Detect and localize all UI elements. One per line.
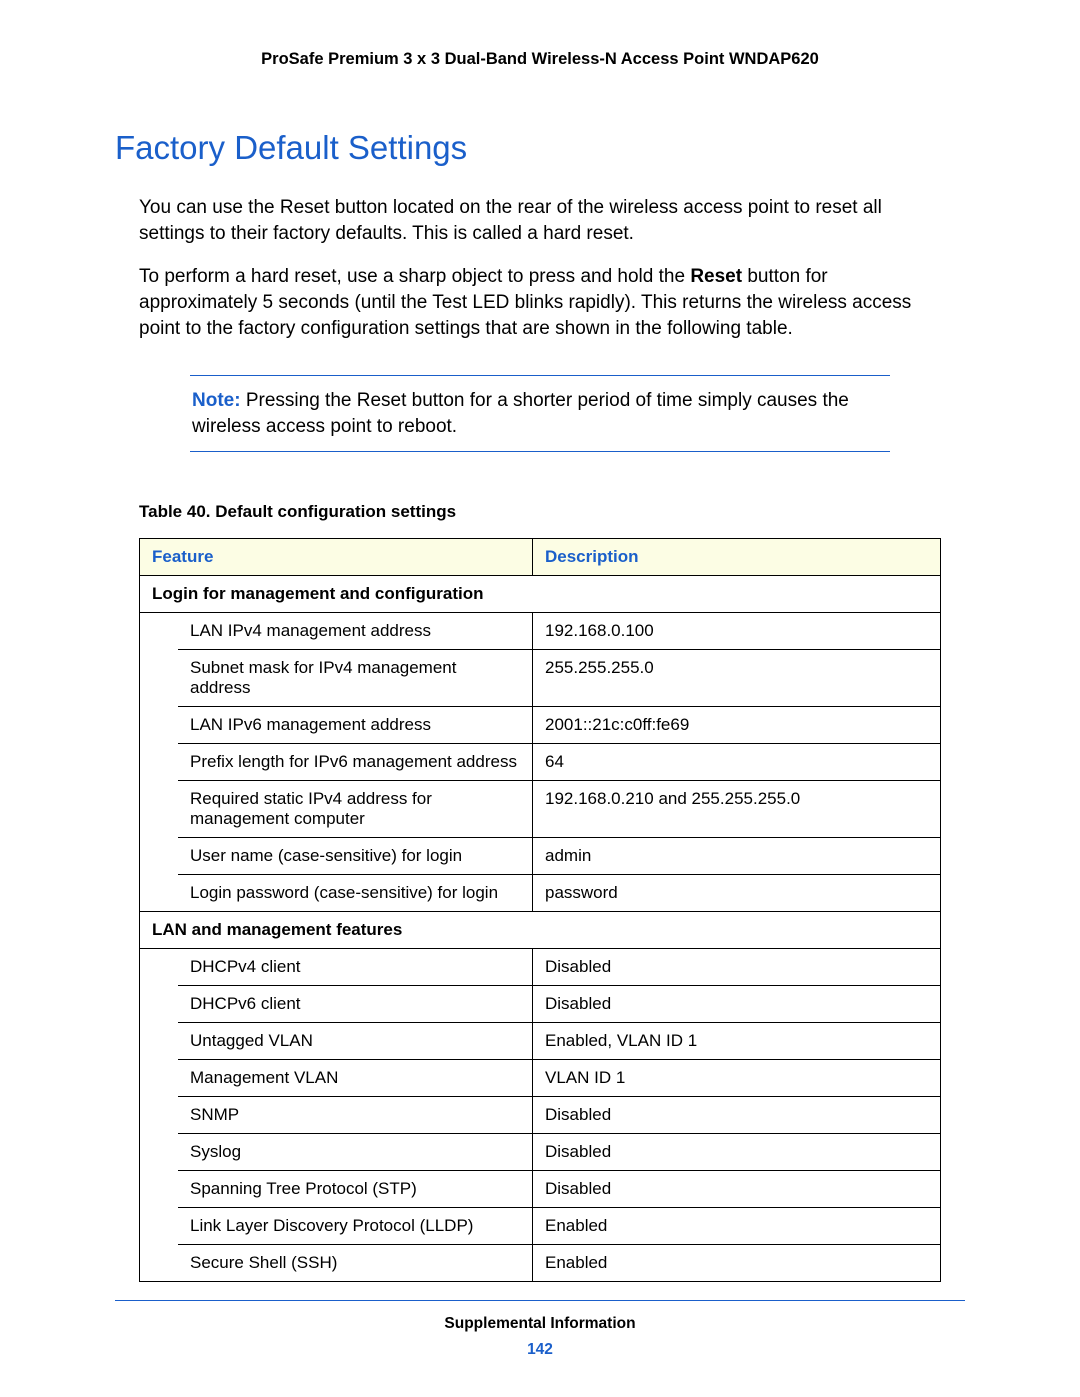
indent-cell: [140, 986, 179, 1023]
indent-cell: [140, 1097, 179, 1134]
feature-cell: User name (case-sensitive) for login: [178, 838, 533, 875]
indent-cell: [140, 1023, 179, 1060]
para2-pre: To perform a hard reset, use a sharp obj…: [139, 266, 690, 287]
indent-cell: [140, 613, 179, 650]
table-row: Spanning Tree Protocol (STP)Disabled: [140, 1171, 941, 1208]
table-row: Link Layer Discovery Protocol (LLDP)Enab…: [140, 1208, 941, 1245]
table-row: Login password (case-sensitive) for logi…: [140, 875, 941, 912]
intro-paragraph-1: You can use the Reset button located on …: [139, 195, 941, 246]
description-cell: admin: [533, 838, 941, 875]
indent-cell: [140, 1245, 179, 1282]
description-cell: 255.255.255.0: [533, 650, 941, 707]
table-row: DHCPv6 clientDisabled: [140, 986, 941, 1023]
feature-cell: Secure Shell (SSH): [178, 1245, 533, 1282]
indent-cell: [140, 1060, 179, 1097]
table-row: LAN IPv6 management address2001::21c:c0f…: [140, 707, 941, 744]
table-row: Prefix length for IPv6 management addres…: [140, 744, 941, 781]
feature-cell: LAN IPv6 management address: [178, 707, 533, 744]
description-cell: VLAN ID 1: [533, 1060, 941, 1097]
description-cell: Disabled: [533, 1134, 941, 1171]
description-cell: 64: [533, 744, 941, 781]
footer-rule: [115, 1300, 965, 1301]
note-box: Note: Pressing the Reset button for a sh…: [190, 375, 890, 452]
table-section-title: Login for management and configuration: [140, 576, 941, 613]
indent-cell: [140, 949, 179, 986]
description-cell: 192.168.0.210 and 255.255.255.0: [533, 781, 941, 838]
table-header-row: Feature Description: [140, 539, 941, 576]
note-rule-bottom: [190, 451, 890, 452]
table-row: DHCPv4 clientDisabled: [140, 949, 941, 986]
table-row: Management VLANVLAN ID 1: [140, 1060, 941, 1097]
description-cell: Enabled: [533, 1208, 941, 1245]
description-cell: Enabled: [533, 1245, 941, 1282]
description-cell: password: [533, 875, 941, 912]
table-section-row: Login for management and configuration: [140, 576, 941, 613]
page-footer: Supplemental Information 142: [0, 1300, 1080, 1359]
table-row: Secure Shell (SSH)Enabled: [140, 1245, 941, 1282]
table-row: LAN IPv4 management address192.168.0.100: [140, 613, 941, 650]
feature-cell: SNMP: [178, 1097, 533, 1134]
indent-cell: [140, 650, 179, 707]
footer-page-number: 142: [0, 1341, 1080, 1359]
settings-table: Feature Description Login for management…: [139, 538, 941, 1282]
feature-cell: DHCPv4 client: [178, 949, 533, 986]
feature-cell: DHCPv6 client: [178, 986, 533, 1023]
note-body: Pressing the Reset button for a shorter …: [192, 390, 849, 437]
indent-cell: [140, 1208, 179, 1245]
indent-cell: [140, 1134, 179, 1171]
footer-text: Supplemental Information: [0, 1315, 1080, 1333]
feature-cell: Login password (case-sensitive) for logi…: [178, 875, 533, 912]
note-text: Note: Pressing the Reset button for a sh…: [190, 376, 890, 451]
indent-cell: [140, 838, 179, 875]
description-cell: Disabled: [533, 1171, 941, 1208]
description-cell: 2001::21c:c0ff:fe69: [533, 707, 941, 744]
section-title: Factory Default Settings: [115, 129, 965, 167]
table-section-row: LAN and management features: [140, 912, 941, 949]
header-feature: Feature: [140, 539, 533, 576]
feature-cell: Required static IPv4 address for managem…: [178, 781, 533, 838]
feature-cell: LAN IPv4 management address: [178, 613, 533, 650]
description-cell: Disabled: [533, 949, 941, 986]
description-cell: Enabled, VLAN ID 1: [533, 1023, 941, 1060]
reset-bold: Reset: [690, 266, 742, 287]
feature-cell: Management VLAN: [178, 1060, 533, 1097]
feature-cell: Spanning Tree Protocol (STP): [178, 1171, 533, 1208]
description-cell: Disabled: [533, 986, 941, 1023]
feature-cell: Syslog: [178, 1134, 533, 1171]
feature-cell: Untagged VLAN: [178, 1023, 533, 1060]
feature-cell: Prefix length for IPv6 management addres…: [178, 744, 533, 781]
table-row: User name (case-sensitive) for loginadmi…: [140, 838, 941, 875]
table-row: SNMPDisabled: [140, 1097, 941, 1134]
feature-cell: Link Layer Discovery Protocol (LLDP): [178, 1208, 533, 1245]
indent-cell: [140, 744, 179, 781]
table-caption: Table 40. Default configuration settings: [139, 502, 941, 522]
table-row: Subnet mask for IPv4 management address2…: [140, 650, 941, 707]
document-page: ProSafe Premium 3 x 3 Dual-Band Wireless…: [0, 0, 1080, 1397]
description-cell: 192.168.0.100: [533, 613, 941, 650]
header-description: Description: [533, 539, 941, 576]
indent-cell: [140, 781, 179, 838]
table-row: Untagged VLANEnabled, VLAN ID 1: [140, 1023, 941, 1060]
note-label: Note:: [192, 390, 241, 411]
indent-cell: [140, 875, 179, 912]
table-section-title: LAN and management features: [140, 912, 941, 949]
feature-cell: Subnet mask for IPv4 management address: [178, 650, 533, 707]
indent-cell: [140, 707, 179, 744]
intro-paragraph-2: To perform a hard reset, use a sharp obj…: [139, 264, 941, 341]
page-header: ProSafe Premium 3 x 3 Dual-Band Wireless…: [115, 50, 965, 69]
table-row: Required static IPv4 address for managem…: [140, 781, 941, 838]
indent-cell: [140, 1171, 179, 1208]
description-cell: Disabled: [533, 1097, 941, 1134]
table-row: SyslogDisabled: [140, 1134, 941, 1171]
